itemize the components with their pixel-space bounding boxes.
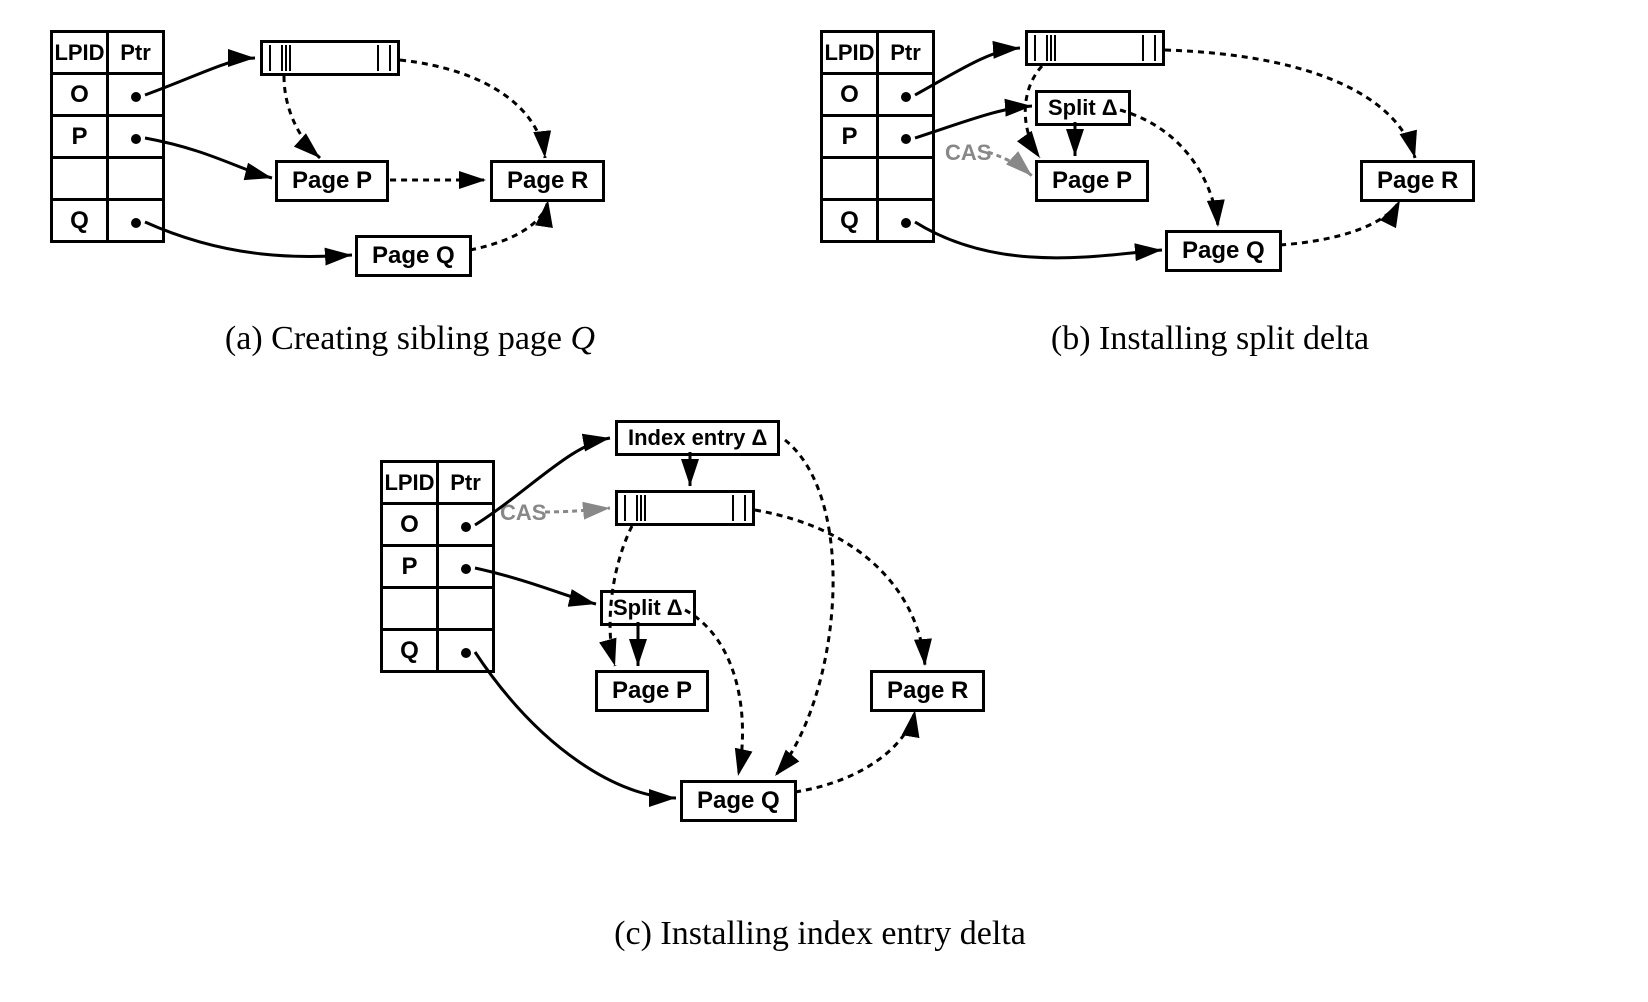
table-row-lpid: Q [52,200,108,242]
subfigure-c: LPID Ptr O P Q Index entry Δ Split Δ Pag… [380,420,1260,960]
page-r-box: Page R [490,160,605,202]
ptr-dot [901,134,911,144]
parent-node-icon [260,40,400,76]
table-header-lpid: LPID [382,462,438,504]
table-row-lpid: O [382,504,438,546]
page-p-box: Page P [595,670,709,712]
table-row-lpid [822,158,878,200]
table-header-ptr: Ptr [438,462,494,504]
subfigure-b: LPID Ptr O P Q Split Δ Page P Page R Pag… [820,30,1600,360]
ptr-dot [131,218,141,228]
table-row-lpid: P [822,116,878,158]
page-q-box: Page Q [355,235,472,277]
ptr-dot [461,522,471,532]
caption: (c) Installing index entry delta [380,915,1260,953]
caption-text: Installing index entry delta [660,915,1025,952]
table-header-lpid: LPID [52,32,108,74]
mapping-table: LPID Ptr O P Q [380,460,495,673]
table-row-lpid: P [52,116,108,158]
table-row-lpid: Q [822,200,878,242]
ptr-dot [131,134,141,144]
table-row-ptr [438,504,494,546]
table-row-lpid: Q [382,630,438,672]
table-row-ptr [108,200,164,242]
caption-prefix: (b) [1051,320,1099,357]
cas-label: CAS [500,500,546,526]
parent-node-icon [615,490,755,526]
table-row-ptr [878,200,934,242]
caption: (b) Installing split delta [820,320,1600,358]
table-row-lpid: P [382,546,438,588]
table-header-ptr: Ptr [108,32,164,74]
ptr-dot [461,648,471,658]
page-p-box: Page P [275,160,389,202]
table-header-ptr: Ptr [878,32,934,74]
table-row-ptr [878,74,934,116]
table-header-lpid: LPID [822,32,878,74]
page-p-box: Page P [1035,160,1149,202]
ptr-dot [901,218,911,228]
table-row-ptr [878,158,934,200]
caption-prefix: (a) [225,320,271,357]
arrows [820,30,1600,360]
cas-label: CAS [945,140,991,166]
caption: (a) Creating sibling page Q [50,320,770,358]
caption-prefix: (c) [614,915,660,952]
mapping-table: LPID Ptr O P Q [50,30,165,243]
table-row-lpid [382,588,438,630]
ptr-dot [901,92,911,102]
caption-italic: Q [571,320,596,357]
table-row-ptr [438,588,494,630]
ptr-dot [461,564,471,574]
caption-text: Installing split delta [1099,320,1369,357]
table-row-ptr [108,158,164,200]
parent-node-icon [1025,30,1165,66]
page-q-box: Page Q [680,780,797,822]
table-row-lpid [52,158,108,200]
table-row-ptr [438,546,494,588]
subfigure-a: LPID Ptr O P Q Page P Page R Page Q [50,30,770,360]
table-row-lpid: O [52,74,108,116]
table-row-ptr [108,74,164,116]
table-row-ptr [108,116,164,158]
split-delta-box: Split Δ [1035,90,1131,126]
index-entry-delta-box: Index entry Δ [615,420,780,456]
page-r-box: Page R [1360,160,1475,202]
caption-text: Creating sibling page [271,320,570,357]
table-row-ptr [438,630,494,672]
page-q-box: Page Q [1165,230,1282,272]
table-row-ptr [878,116,934,158]
table-row-lpid: O [822,74,878,116]
mapping-table: LPID Ptr O P Q [820,30,935,243]
ptr-dot [131,92,141,102]
page-r-box: Page R [870,670,985,712]
split-delta-box: Split Δ [600,590,696,626]
